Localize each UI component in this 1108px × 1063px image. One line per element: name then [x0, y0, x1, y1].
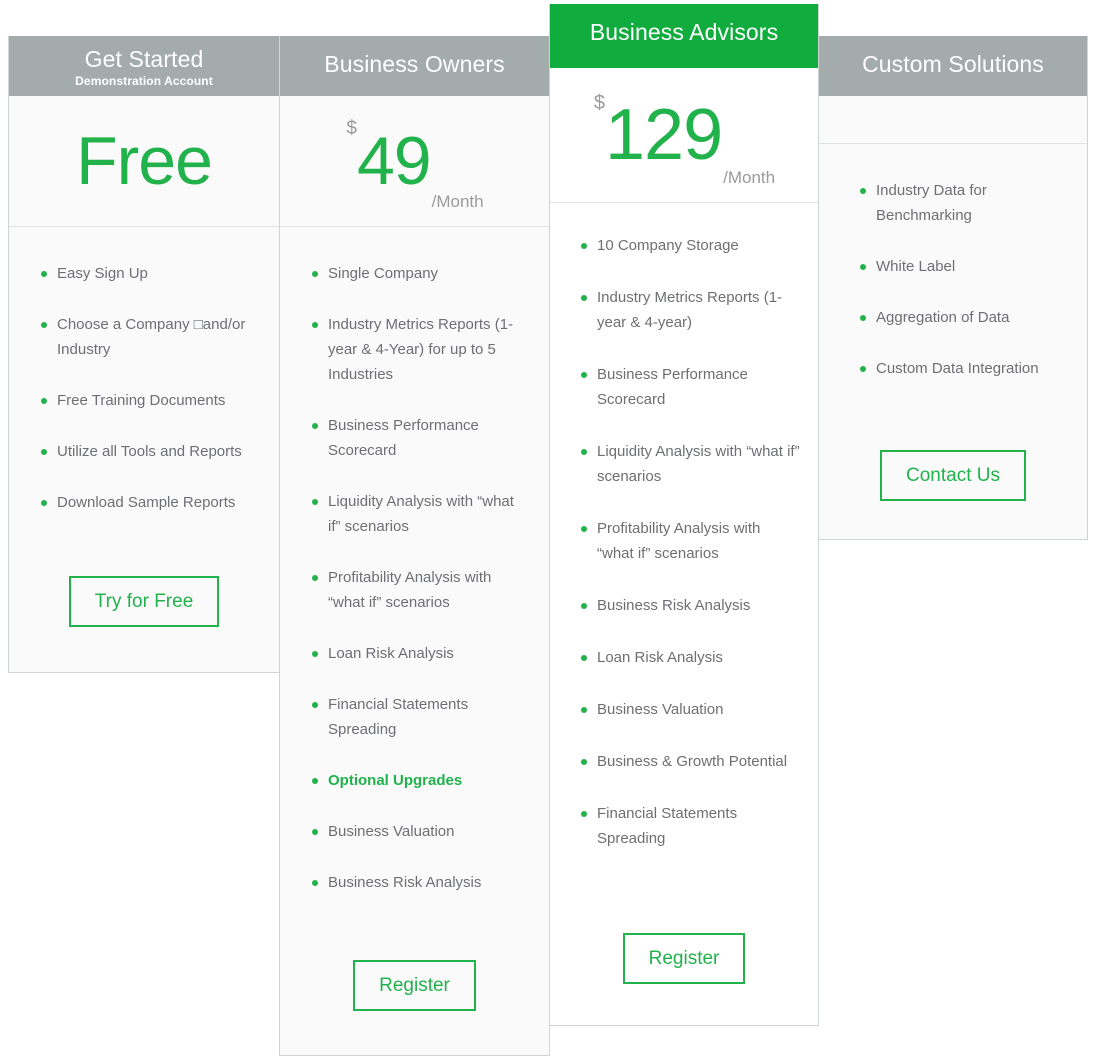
list-item: Liquidity Analysis with “what if” scenar…: [576, 439, 800, 489]
list-item: Business Performance Scorecard: [307, 413, 529, 463]
list-item: Business & Growth Potential: [576, 749, 800, 774]
plan-price-get-started: Free: [9, 96, 279, 227]
price-amount: Free: [76, 123, 213, 199]
list-item-optional-upgrades: Optional Upgrades: [307, 768, 529, 793]
contact-us-button[interactable]: Contact Us: [880, 450, 1026, 501]
plan-title: Get Started: [84, 46, 204, 72]
plan-price-business-advisors: $ 129 /Month: [550, 68, 818, 203]
price-currency: $: [346, 118, 357, 139]
plan-features-business-advisors: 10 Company Storage Industry Metrics Repo…: [550, 203, 818, 933]
plan-card-business-advisors: Business Advisors $ 129 /Month 10 Compan…: [549, 4, 819, 1026]
list-item: Profitability Analysis with “what if” sc…: [307, 565, 529, 615]
plan-features-custom-solutions: Industry Data for Benchmarking White Lab…: [819, 144, 1087, 450]
list-item: White Label: [855, 254, 1067, 279]
plan-card-custom-solutions: Custom Solutions Industry Data for Bench…: [818, 36, 1088, 540]
price-period: /Month: [723, 168, 776, 187]
price-period: /Month: [431, 192, 484, 211]
list-item: 10 Company Storage: [576, 233, 800, 258]
pricing-table: Get Started Demonstration Account Free E…: [0, 0, 1108, 1063]
plan-features-business-owners: Single Company Industry Metrics Reports …: [280, 227, 549, 960]
plan-features-get-started: Easy Sign Up Choose a Company □and/or In…: [9, 227, 279, 576]
plan-cta-wrap-business-advisors: Register: [550, 933, 818, 1025]
list-item: Download Sample Reports: [36, 490, 259, 515]
plan-title: Custom Solutions: [862, 51, 1044, 77]
list-item: Business Valuation: [307, 819, 529, 844]
plan-title: Business Advisors: [589, 19, 779, 45]
plan-header-business-owners: Business Owners: [280, 36, 549, 96]
list-item: Choose a Company □and/or Industry: [36, 312, 259, 362]
list-item: Loan Risk Analysis: [307, 641, 529, 666]
plan-card-business-owners: Business Owners $ 49 /Month Single Compa…: [279, 36, 550, 1056]
price-currency: $: [593, 92, 605, 114]
plan-cta-wrap-custom-solutions: Contact Us: [819, 450, 1087, 539]
list-item: Industry Metrics Reports (1-year & 4-yea…: [576, 285, 800, 335]
price-amount: 129: [605, 95, 723, 175]
list-item: Aggregation of Data: [855, 305, 1067, 330]
list-item: Financial Statements Spreading: [576, 801, 800, 851]
price-amount: 49: [356, 123, 432, 199]
plan-header-business-advisors: Business Advisors: [550, 4, 818, 68]
list-item: Custom Data Integration: [855, 356, 1067, 381]
register-button-business-owners[interactable]: Register: [353, 960, 476, 1011]
list-item: Free Training Documents: [36, 388, 259, 413]
list-item: Loan Risk Analysis: [576, 645, 800, 670]
try-for-free-button[interactable]: Try for Free: [68, 576, 220, 627]
list-item: Industry Metrics Reports (1-year & 4-Yea…: [307, 312, 529, 387]
plan-header-custom-solutions: Custom Solutions: [819, 36, 1087, 96]
plan-subtitle: Demonstration Account: [75, 74, 213, 88]
plan-price-custom-solutions: [819, 96, 1087, 144]
list-item: Profitability Analysis with “what if” sc…: [576, 516, 800, 566]
plan-cta-wrap-get-started: Try for Free: [9, 576, 279, 672]
register-button-business-advisors[interactable]: Register: [622, 933, 746, 984]
list-item: Industry Data for Benchmarking: [855, 178, 1067, 228]
list-item: Business Risk Analysis: [576, 593, 800, 618]
list-item: Business Risk Analysis: [307, 870, 529, 895]
list-item: Liquidity Analysis with “what if” scenar…: [307, 489, 529, 539]
list-item: Business Performance Scorecard: [576, 362, 800, 412]
list-item: Single Company: [307, 261, 529, 286]
plan-cta-wrap-business-owners: Register: [280, 960, 549, 1055]
list-item: Easy Sign Up: [36, 261, 259, 286]
plan-price-business-owners: $ 49 /Month: [280, 96, 549, 227]
list-item: Utilize all Tools and Reports: [36, 439, 259, 464]
list-item: Business Valuation: [576, 697, 800, 722]
plan-header-get-started: Get Started Demonstration Account: [9, 36, 279, 96]
list-item: Financial Statements Spreading: [307, 692, 529, 742]
plan-card-get-started: Get Started Demonstration Account Free E…: [8, 36, 280, 673]
plan-title: Business Owners: [324, 51, 505, 77]
